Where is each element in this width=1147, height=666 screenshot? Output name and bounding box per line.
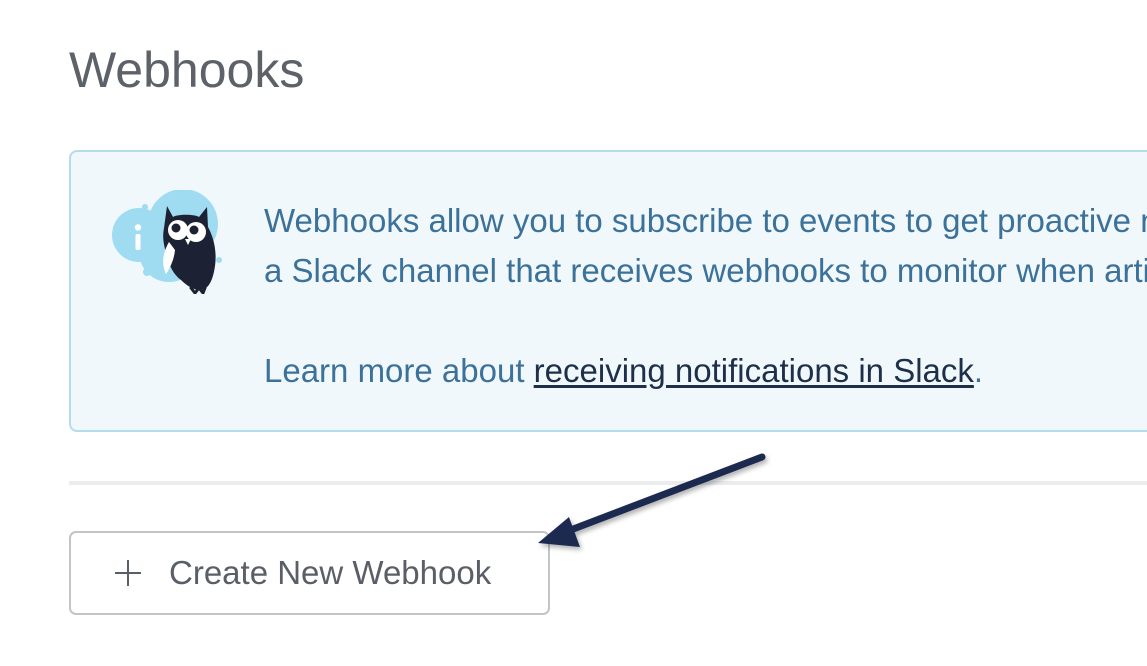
create-webhook-label: Create New Webhook (169, 554, 492, 591)
info-callout: Webhooks allow you to subscribe to event… (69, 150, 1147, 432)
create-webhook-button[interactable]: Create New Webhook (69, 531, 550, 615)
owl-mascot-icon (112, 190, 222, 294)
plus-icon (115, 560, 141, 586)
section-divider (69, 481, 1147, 485)
webhooks-page: Webhooks Webhooks allow you to subscribe… (0, 0, 1147, 666)
info-line-1: Webhooks allow you to subscribe to event… (264, 202, 1147, 239)
learn-more-prefix: Learn more about (264, 352, 534, 389)
info-line-2: a Slack channel that receives webhooks t… (264, 252, 1147, 289)
info-text: Webhooks allow you to subscribe to event… (264, 196, 1147, 396)
learn-more-line: Learn more about receiving notifications… (264, 346, 1147, 396)
slack-notifications-link[interactable]: receiving notifications in Slack (534, 352, 974, 389)
page-title: Webhooks (69, 42, 305, 98)
learn-more-suffix: . (973, 352, 984, 389)
